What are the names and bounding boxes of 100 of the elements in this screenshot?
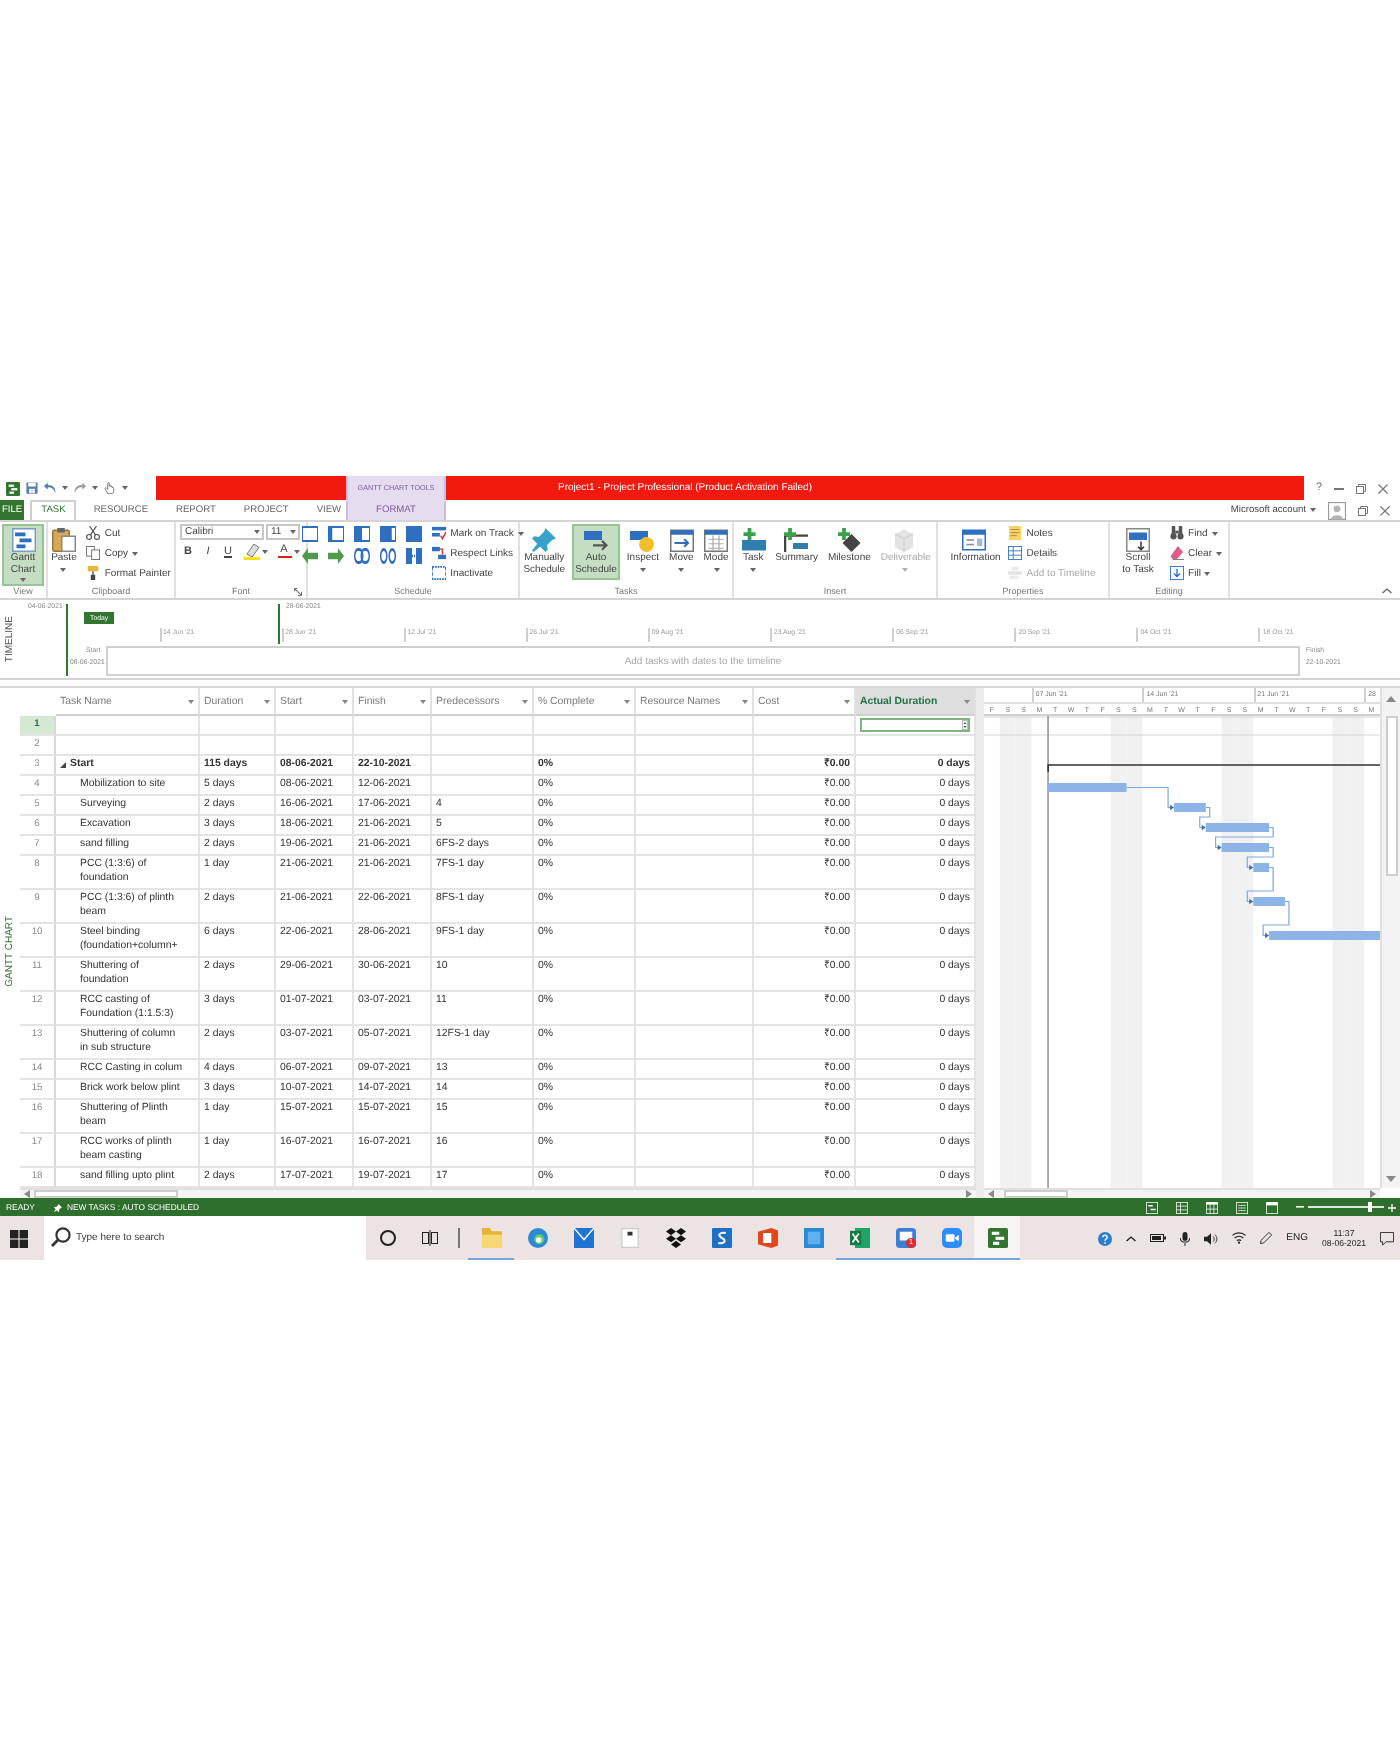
table-cell [636,776,754,796]
ribbon-button[interactable] [402,546,427,566]
spin-field[interactable] [860,718,970,732]
windows-logo-icon[interactable] [10,1229,28,1247]
table-cell [56,716,200,736]
undo-icon[interactable] [44,482,56,494]
table-cell [200,736,276,756]
caret-icon[interactable] [92,486,98,490]
wifi-icon[interactable] [1232,1232,1247,1244]
save-icon[interactable] [26,482,38,494]
ring-icon[interactable] [379,1230,395,1246]
help-icon[interactable] [1098,1231,1113,1245]
caret-icon[interactable] [62,486,68,490]
right-arrow-icon[interactable] [966,1190,972,1198]
restore-icon[interactable] [1356,483,1367,493]
spinner-icon[interactable] [961,720,967,730]
collapse-triangle-icon[interactable] [60,762,66,768]
information-card-icon [962,528,987,552]
speaker-icon[interactable] [1204,1231,1219,1245]
ribbon-button[interactable] [376,524,401,544]
dialog-launcher-icon[interactable] [294,587,302,595]
list-icon[interactable] [1236,1201,1248,1213]
vertical-scrollbar[interactable] [1380,688,1400,1188]
hand-icon[interactable] [104,482,116,494]
pen-icon[interactable] [1260,1232,1273,1244]
progress-bar-icon [406,526,423,542]
task-bar [1205,823,1270,832]
ribbon-button[interactable] [298,524,323,544]
pushpin-icon [532,528,557,552]
table-cell [354,736,432,756]
caret-icon[interactable] [122,486,128,490]
left-arrow-icon[interactable] [24,1190,30,1198]
avatar-icon[interactable] [1328,501,1346,519]
minimize-icon[interactable] [1334,487,1345,489]
calendar-icon [704,528,729,552]
right-arrow-icon[interactable] [1370,1190,1376,1198]
plus-icon[interactable] [1388,1203,1396,1211]
app-tile-icon [895,1227,915,1247]
dropdown-arrow-icon[interactable] [264,699,270,703]
scrollbar-thumb[interactable] [1004,1190,1068,1198]
window-icon[interactable] [1266,1201,1278,1213]
range-end-line[interactable] [278,604,281,644]
battery-icon[interactable] [1150,1234,1167,1242]
table-icon[interactable] [1176,1201,1188,1213]
table-cell [534,716,636,736]
dependency-link [1262,900,1290,939]
up-arrow-icon[interactable] [1386,696,1396,702]
project-app-icon[interactable] [6,481,20,495]
dropdown-arrow-icon[interactable] [844,699,850,703]
split-bar-icon [406,548,423,564]
task-bar [1269,931,1380,940]
linked-bars-icon [432,546,447,560]
table-cell [276,716,354,736]
redo-icon[interactable] [74,482,86,494]
table-cell [636,856,754,890]
gantt-chart-icon[interactable] [1146,1201,1158,1213]
restore-icon[interactable] [1358,505,1368,515]
task-bar [1047,783,1127,792]
table-cell [636,1080,754,1100]
ribbon-button[interactable] [239,542,271,562]
sticky-note-icon [619,1227,639,1247]
progress-bar-icon [380,526,397,542]
calendar-icon[interactable] [1206,1201,1218,1213]
gantt-chart-icon [11,528,35,552]
slider-thumb[interactable] [1367,1202,1372,1212]
ribbon-button[interactable] [324,546,349,566]
dropdown-arrow-icon[interactable] [522,699,528,703]
folder-icon [481,1227,501,1247]
table-cell [432,776,534,796]
ribbon-button[interactable] [350,524,375,544]
dropdown-arrow-icon[interactable] [624,699,630,703]
dropdown-arrow-icon[interactable] [742,699,748,703]
ribbon-button[interactable] [298,546,323,566]
down-arrow-icon[interactable] [1386,1176,1396,1182]
scrollbar-thumb[interactable] [1385,716,1397,876]
mail-icon [573,1227,593,1247]
dropdown-arrow-icon[interactable] [188,699,194,703]
close-icon[interactable] [1380,505,1390,515]
range-start-line[interactable] [66,604,69,676]
eraser-icon [1170,546,1185,560]
dropdown-arrow-icon[interactable] [342,699,348,703]
task-check-icon [432,526,447,540]
table-cell [636,716,754,736]
task-view-icon[interactable] [421,1230,437,1246]
chevron-up-icon[interactable] [1382,588,1392,594]
task-bar [1221,843,1270,852]
scrollbar-thumb[interactable] [34,1190,178,1198]
ribbon-button[interactable] [376,546,401,566]
ribbon-button[interactable] [402,524,427,544]
left-arrow-icon[interactable] [988,1190,994,1198]
microphone-icon[interactable] [1180,1231,1191,1245]
ribbon-button[interactable] [324,524,349,544]
ribbon-button[interactable] [350,546,375,566]
table-icon [1008,546,1023,560]
notification-icon[interactable] [1380,1231,1394,1245]
dropdown-arrow-icon[interactable] [964,699,970,703]
close-icon[interactable] [1378,483,1388,493]
dropdown-arrow-icon[interactable] [420,699,426,703]
inspect-task-icon [630,528,655,552]
chevron-up-icon[interactable] [1126,1235,1137,1241]
